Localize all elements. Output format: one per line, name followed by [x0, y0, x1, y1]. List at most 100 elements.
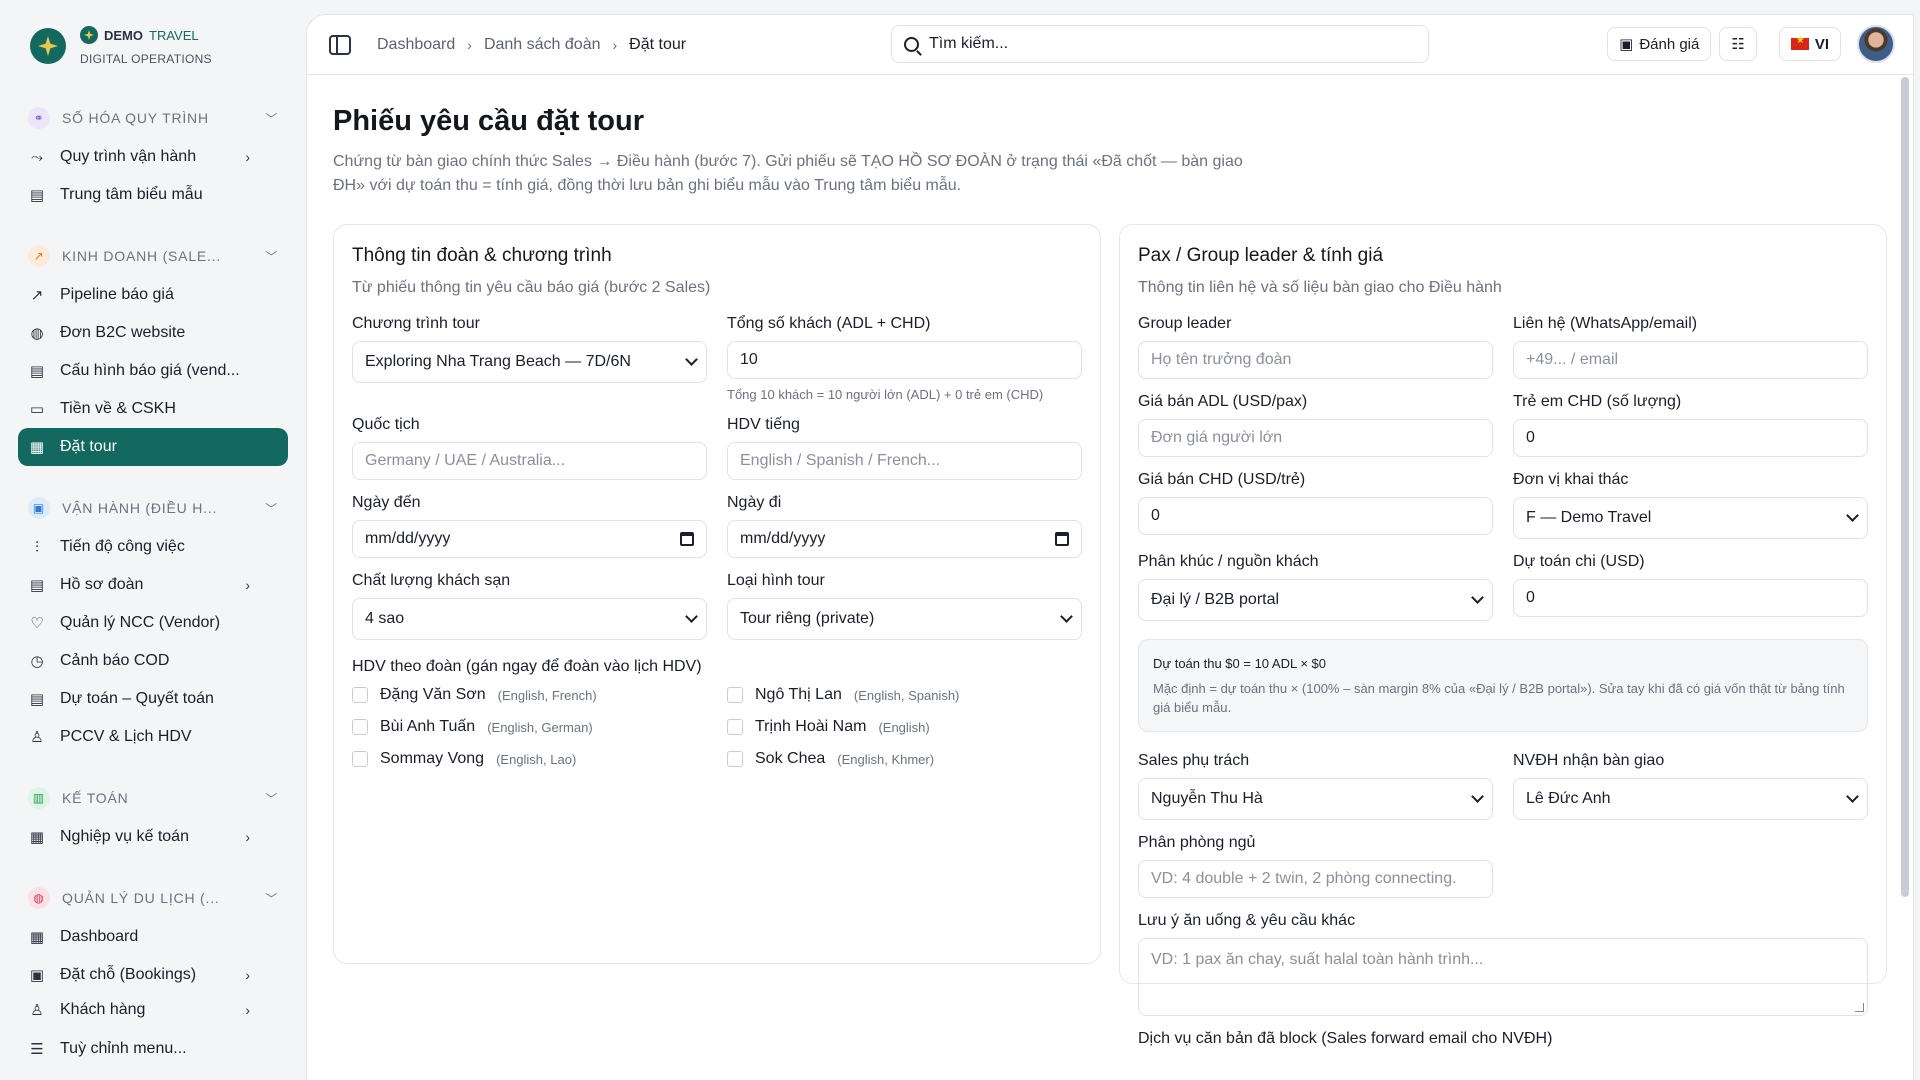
tour-type-select[interactable]: Tour riêng (private) — [727, 598, 1082, 640]
cost-input[interactable]: 0 — [1513, 579, 1868, 617]
rooming-input[interactable]: VD: 4 double + 2 twin, 2 phòng connectin… — [1138, 860, 1493, 898]
checklist-button[interactable]: ☷ — [1719, 27, 1757, 61]
nav-group-operations: ▣ VẬN HÀNH (ĐIỀU H... ﹀ ⫶ Tiến độ công v… — [18, 488, 288, 756]
sidebar-item-accounting[interactable]: ▦ Nghiệp vụ kế toán › — [18, 818, 288, 856]
chd-count-label: Trẻ em CHD (số lượng) — [1513, 393, 1682, 410]
checkbox[interactable] — [352, 687, 368, 703]
nav-group-header[interactable]: ▥ KẾ TOÁN ﹀ — [18, 778, 288, 818]
guide-langs: (English, Khmer) — [837, 751, 935, 767]
sidebar-item-forms[interactable]: ▤ Trung tâm biểu mẫu — [18, 176, 288, 214]
operator-select[interactable]: F — Demo Travel — [1513, 497, 1868, 539]
chd-count-value: 0 — [1526, 429, 1535, 446]
globe-icon: ◍ — [30, 325, 44, 342]
nav-group-sales: ↗ KINH DOANH (SALE... ﹀ ↗ Pipeline báo g… — [18, 236, 288, 466]
nav-group-travel: ◍ QUẢN LÝ DU LỊCH (... ﹀ ▦ Dashboard ▣ Đ… — [18, 878, 288, 1026]
sidebar-item-progress[interactable]: ⫶ Tiến độ công việc — [18, 528, 288, 566]
estimate-box: Dự toán thu $0 = 10 ADL × $0 Mặc định = … — [1138, 639, 1868, 732]
nav-group-header[interactable]: ▣ VẬN HÀNH (ĐIỀU H... ﹀ — [18, 488, 288, 528]
route-icon: ⤳ — [30, 148, 43, 166]
chd-count-input[interactable]: 0 — [1513, 419, 1868, 457]
checkbox[interactable] — [727, 687, 743, 703]
document-icon: ▤ — [29, 187, 45, 204]
guide-option[interactable]: Trịnh Hoài Nam (English) — [727, 718, 1082, 736]
breadcrumb-group-list[interactable]: Danh sách đoàn — [484, 36, 601, 54]
guide-option[interactable]: Đặng Văn Sơn (English, French) — [352, 686, 707, 704]
calendar-icon[interactable] — [1055, 532, 1069, 546]
sidebar-item-budget[interactable]: ▤ Dự toán – Quyết toán — [18, 680, 288, 718]
sidebar-item-label: Cảnh báo COD — [60, 652, 170, 669]
chevron-right-icon: › — [245, 577, 250, 593]
sidebar-item-bookings[interactable]: ▣ Đặt chỗ (Bookings) › — [18, 956, 288, 994]
sidebar-item-book-tour[interactable]: ▦ Đặt tour — [18, 428, 288, 466]
avatar[interactable] — [1857, 25, 1895, 63]
checkbox[interactable] — [352, 719, 368, 735]
checkbox[interactable] — [352, 751, 368, 767]
document-icon: ▤ — [29, 691, 45, 708]
breadcrumb-dashboard[interactable]: Dashboard — [377, 36, 455, 54]
segment-select[interactable]: Đại lý / B2B portal — [1138, 579, 1493, 621]
hotel-select[interactable]: 4 sao — [352, 598, 707, 640]
nav-group-header[interactable]: ◍ QUẢN LÝ DU LỊCH (... ﹀ — [18, 878, 288, 918]
review-button[interactable]: ▣ Đánh giá — [1607, 27, 1712, 61]
sidebar-item-process[interactable]: ⤳ Quy trình vận hành › — [18, 138, 288, 176]
notes-textarea[interactable]: VD: 1 pax ăn chay, suất halal toàn hành … — [1138, 938, 1868, 1016]
notes-placeholder: VD: 1 pax ăn chay, suất halal toàn hành … — [1151, 951, 1484, 968]
sidebar-item-label: Pipeline báo giá — [60, 286, 174, 303]
chevron-down-icon: ﹀ — [265, 501, 278, 516]
sidebar-item-vendor[interactable]: ♡ Quản lý NCC (Vendor) — [18, 604, 288, 642]
language-button[interactable]: VI — [1778, 27, 1841, 61]
sidebar-item-guide-schedule[interactable]: ♙ PCCV & Lịch HDV — [18, 718, 288, 756]
nationality-label: Quốc tịch — [352, 416, 420, 433]
sidebar-item-dashboard[interactable]: ▦ Dashboard — [18, 918, 288, 956]
chevron-down-icon: ﹀ — [265, 111, 278, 126]
nav-group-header[interactable]: ↗ KINH DOANH (SALE... ﹀ — [18, 236, 288, 276]
chd-price-input[interactable]: 0 — [1138, 497, 1493, 535]
sidebar-item-payments[interactable]: ▭ Tiền về & CSKH — [18, 390, 288, 428]
calendar-icon[interactable] — [680, 532, 694, 546]
guide-lang-input[interactable]: English / Spanish / French... — [727, 442, 1082, 480]
process-icon: ⚭ — [28, 107, 50, 129]
arrive-date-input[interactable]: mm/dd/yyyy — [352, 520, 707, 558]
customize-menu-button[interactable]: ☰ Tuỳ chỉnh menu... — [18, 1030, 288, 1068]
program-select[interactable]: Exploring Nha Trang Beach — 7D/6N — [352, 341, 707, 383]
rooming-placeholder: VD: 4 double + 2 twin, 2 phòng connectin… — [1151, 870, 1457, 887]
checklist-icon: ☷ — [1731, 36, 1745, 53]
scrollbar[interactable] — [1901, 77, 1909, 897]
nationality-input[interactable]: Germany / UAE / Australia... — [352, 442, 707, 480]
leader-input[interactable]: Họ tên trưởng đoàn — [1138, 341, 1493, 379]
pax-hint: Tổng 10 khách = 10 người lớn (ADL) + 0 t… — [727, 387, 1044, 402]
operator-label: Đơn vị khai thác — [1513, 471, 1629, 488]
contact-placeholder: +49... / email — [1526, 351, 1619, 368]
sidebar-item-pipeline[interactable]: ↗ Pipeline báo giá — [18, 276, 288, 314]
handover-select[interactable]: Lê Đức Anh — [1513, 778, 1868, 820]
nav-group-label: KINH DOANH (SALE... — [62, 248, 222, 264]
sidebar-item-cod[interactable]: ◷ Cảnh báo COD — [18, 642, 288, 680]
depart-date-input[interactable]: mm/dd/yyyy — [727, 520, 1082, 558]
checkbox[interactable] — [727, 719, 743, 735]
sidebar-item-b2c[interactable]: ◍ Đơn B2C website — [18, 314, 288, 352]
contact-input[interactable]: +49... / email — [1513, 341, 1868, 379]
adl-price-input[interactable]: Đơn giá người lớn — [1138, 419, 1493, 457]
checkbox[interactable] — [727, 751, 743, 767]
sidebar-item-quote-config[interactable]: ▤ Cấu hình báo giá (vend... — [18, 352, 288, 390]
handshake-icon: ♡ — [30, 615, 44, 632]
guide-option[interactable]: Bùi Anh Tuấn (English, German) — [352, 718, 707, 736]
bus-icon: ▣ — [28, 497, 50, 519]
sidebar-item-group-files[interactable]: ▤ Hồ sơ đoàn › — [18, 566, 288, 604]
sales-select[interactable]: Nguyễn Thu Hà — [1138, 778, 1493, 820]
sidebar-item-customers[interactable]: ♙ Khách hàng › — [18, 994, 288, 1026]
nav-group-header[interactable]: ⚭ SỐ HÓA QUY TRÌNH ﹀ — [18, 98, 288, 138]
arrive-label: Ngày đến — [352, 494, 421, 511]
guide-option[interactable]: Ngô Thị Lan (English, Spanish) — [727, 686, 1082, 704]
pax-label: Tổng số khách (ADL + CHD) — [727, 315, 931, 332]
sidebar-toggle-icon[interactable] — [329, 34, 351, 55]
tour-type-value: Tour riêng (private) — [740, 610, 875, 627]
guide-option[interactable]: Sommay Vong (English, Lao) — [352, 750, 707, 768]
card-title: Thông tin đoàn & chương trình — [352, 245, 612, 266]
breadcrumb: Dashboard › Danh sách đoàn › Đặt tour — [377, 36, 686, 54]
guide-option[interactable]: Sok Chea (English, Khmer) — [727, 750, 1082, 768]
pax-input[interactable]: 10 — [727, 341, 1082, 379]
search-input[interactable]: Tìm kiếm... — [891, 25, 1429, 63]
cost-value: 0 — [1526, 589, 1535, 606]
brand[interactable]: DEMO TRAVEL DIGITAL OPERATIONS — [30, 26, 288, 66]
